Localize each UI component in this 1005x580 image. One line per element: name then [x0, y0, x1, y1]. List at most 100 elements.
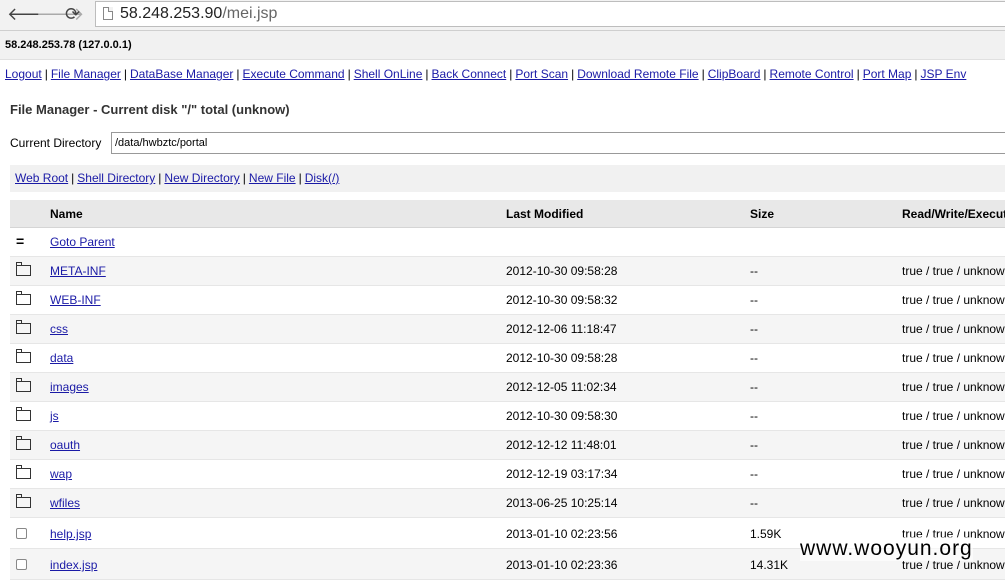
- entry-name-link[interactable]: oauth: [50, 438, 80, 452]
- folder-icon: [16, 291, 31, 305]
- folder-icon: [16, 436, 31, 450]
- url-text[interactable]: 58.248.253.90/mei.jsp: [120, 4, 277, 24]
- last-modified: 2013-06-25 10:25:14: [506, 496, 618, 510]
- size: --: [750, 438, 758, 452]
- entry-name-link[interactable]: wap: [50, 467, 72, 481]
- table-header: Name Last Modified Size Read/Write/Execu…: [10, 200, 1005, 228]
- entry-name-link[interactable]: js: [50, 409, 59, 423]
- directory-actions: Web Root | Shell Directory | New Directory | N…: [15, 171, 339, 185]
- menu-link-database-manager[interactable]: DataBase Manager: [130, 67, 233, 81]
- last-modified: 2012-10-30 09:58:28: [506, 351, 618, 365]
- menu-link-jsp-env[interactable]: JSP Env: [921, 67, 967, 81]
- menu-separator: |: [856, 67, 860, 81]
- action-link-disk-[interactable]: Disk(/): [305, 171, 340, 185]
- page-title: File Manager - Current disk "/" total (u…: [10, 102, 290, 117]
- size: 1.59K: [750, 527, 782, 541]
- permissions: true / true / unknow: [902, 293, 1005, 307]
- permissions: true / true / unknow: [902, 438, 1005, 452]
- size: 14.31K: [750, 558, 789, 572]
- entry-name-link[interactable]: help.jsp: [50, 527, 91, 541]
- table-row: wap 2012-12-19 03:17:34 -- true / true / un…: [10, 460, 1005, 489]
- action-separator: |: [158, 171, 162, 185]
- file-checkbox[interactable]: [16, 525, 27, 539]
- watermark: www.wooyun.org: [800, 537, 973, 561]
- last-modified: 2013-01-10 02:23:56: [506, 527, 618, 541]
- header-last-modified[interactable]: Last Modified: [506, 207, 583, 221]
- table-row: WEB-INF 2012-10-30 09:58:32 -- true / true …: [10, 286, 1005, 315]
- permissions: true / true / unknow: [902, 409, 1005, 423]
- current-directory-label: Current Directory: [10, 136, 102, 150]
- file-table: Name Last Modified Size Read/Write/Execu…: [10, 200, 1005, 580]
- menu-separator: |: [44, 67, 48, 81]
- menu-link-execute-command[interactable]: Execute Command: [243, 67, 345, 81]
- menu-link-back-connect[interactable]: Back Connect: [432, 67, 507, 81]
- size: --: [750, 293, 758, 307]
- table-row: css 2012-12-06 11:18:47 -- true / true / un…: [10, 315, 1005, 344]
- entry-name-link[interactable]: data: [50, 351, 73, 365]
- last-modified: 2012-12-19 03:17:34: [506, 467, 618, 481]
- menu-link-logout[interactable]: Logout: [5, 67, 42, 81]
- menu-link-file-manager[interactable]: File Manager: [51, 67, 121, 81]
- entry-name-link[interactable]: css: [50, 322, 68, 336]
- entry-name-link[interactable]: images: [50, 380, 89, 394]
- host-info: 58.248.253.78 (127.0.0.1): [5, 39, 132, 51]
- menu-link-remote-control[interactable]: Remote Control: [770, 67, 854, 81]
- table-row: oauth 2012-12-12 11:48:01 -- true / true / …: [10, 431, 1005, 460]
- size: --: [750, 322, 758, 336]
- last-modified: 2012-12-06 11:18:47: [506, 322, 617, 336]
- folder-icon: [16, 262, 31, 276]
- menu-separator: |: [571, 67, 575, 81]
- reload-icon[interactable]: ⟳: [65, 4, 80, 24]
- permissions: true / true / unknow: [902, 351, 1005, 365]
- menu-link-clipboard[interactable]: ClipBoard: [708, 67, 761, 81]
- main-menu: Logout | File Manager | DataBase Manager | Exe…: [5, 67, 966, 81]
- header-size[interactable]: Size: [750, 207, 774, 221]
- last-modified: 2012-12-05 11:02:34: [506, 380, 617, 394]
- entry-name-link[interactable]: index.jsp: [50, 558, 97, 572]
- size: --: [750, 351, 758, 365]
- entry-name-link[interactable]: WEB-INF: [50, 293, 101, 307]
- action-link-new-file[interactable]: New File: [249, 171, 296, 185]
- table-row: images 2012-12-05 11:02:34 -- true / true /…: [10, 373, 1005, 402]
- header-permissions[interactable]: Read/Write/Execute: [902, 207, 1005, 221]
- last-modified: 2012-12-12 11:48:01: [506, 438, 617, 452]
- directory-actions-bar: Web Root | Shell Directory | New Directory | N…: [10, 165, 1005, 192]
- entry-name-link[interactable]: wfiles: [50, 496, 80, 510]
- folder-icon: [16, 407, 31, 421]
- file-checkbox[interactable]: [16, 556, 27, 570]
- permissions: true / true / unknow: [902, 380, 1005, 394]
- host-bar: 58.248.253.78 (127.0.0.1): [0, 31, 1005, 60]
- size: --: [750, 264, 758, 278]
- browser-toolbar: 🡐 🡒 ⟳ 58.248.253.90/mei.jsp: [0, 0, 1005, 31]
- menu-separator: |: [425, 67, 429, 81]
- last-modified: 2013-01-10 02:23:36: [506, 558, 618, 572]
- menu-link-shell-online[interactable]: Shell OnLine: [354, 67, 423, 81]
- menu-link-port-map[interactable]: Port Map: [863, 67, 912, 81]
- entry-name-link[interactable]: META-INF: [50, 264, 106, 278]
- menu-link-download-remote-file[interactable]: Download Remote File: [577, 67, 698, 81]
- action-link-new-directory[interactable]: New Directory: [164, 171, 239, 185]
- last-modified: 2012-10-30 09:58:30: [506, 409, 618, 423]
- permissions: true / true / unknow: [902, 467, 1005, 481]
- action-link-shell-directory[interactable]: Shell Directory: [77, 171, 155, 185]
- table-row: wfiles 2013-06-25 10:25:14 -- true / true /…: [10, 489, 1005, 518]
- current-directory-input[interactable]: [111, 132, 1005, 154]
- permissions: true / true / unknow: [902, 264, 1005, 278]
- url-path: /mei.jsp: [222, 5, 278, 22]
- table-row: META-INF 2012-10-30 09:58:28 -- true / true…: [10, 257, 1005, 286]
- address-bar[interactable]: 58.248.253.90/mei.jsp: [95, 1, 1005, 27]
- menu-separator: |: [763, 67, 767, 81]
- size: --: [750, 380, 758, 394]
- menu-separator: |: [347, 67, 351, 81]
- permissions: true / true / unknow: [902, 496, 1005, 510]
- menu-separator: |: [236, 67, 240, 81]
- size: --: [750, 496, 758, 510]
- header-name[interactable]: Name: [50, 207, 83, 221]
- table-row: data 2012-10-30 09:58:28 -- true / true / u…: [10, 344, 1005, 373]
- menu-separator: |: [123, 67, 127, 81]
- goto-parent-link[interactable]: Goto Parent: [50, 235, 115, 249]
- folder-icon: [16, 378, 31, 392]
- menu-link-port-scan[interactable]: Port Scan: [515, 67, 568, 81]
- menu-separator: |: [509, 67, 513, 81]
- action-link-web-root[interactable]: Web Root: [15, 171, 68, 185]
